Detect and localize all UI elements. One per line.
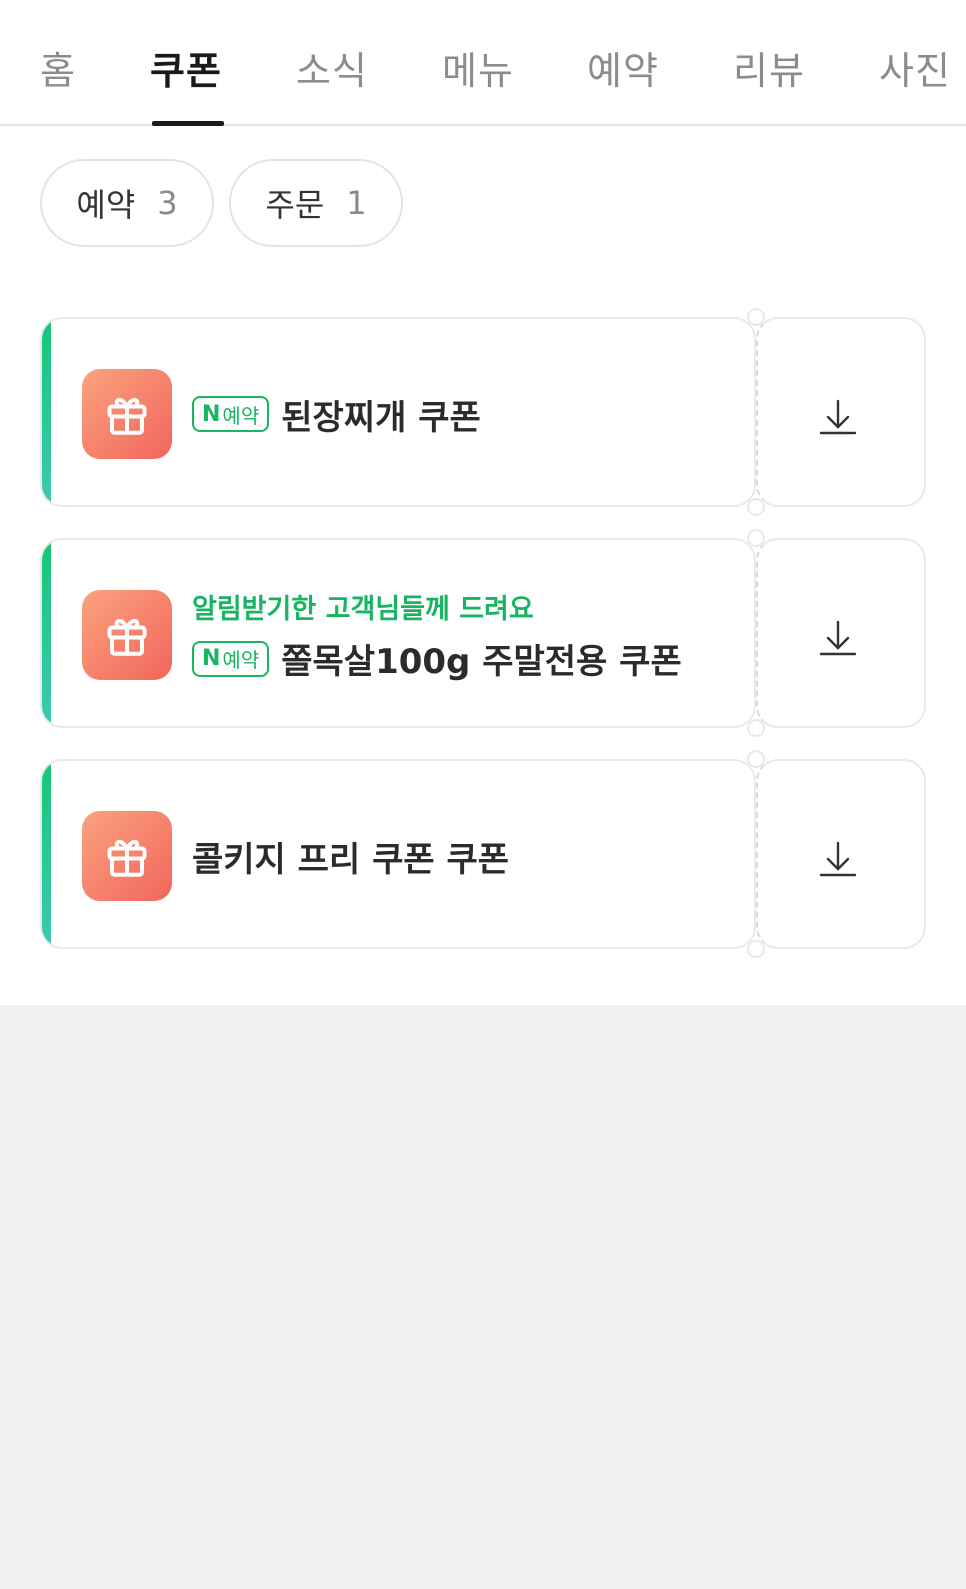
ticket-notch [747, 940, 765, 958]
tab-review[interactable]: 리뷰 [733, 40, 805, 95]
badge-n-mark: N [202, 646, 221, 671]
active-tab-indicator [152, 121, 224, 126]
tab-photo[interactable]: 사진 [879, 40, 951, 95]
coupon-accent-bar [42, 761, 51, 947]
download-icon [810, 831, 866, 887]
filter-chip-label: 주문 [265, 186, 325, 224]
download-icon [810, 610, 866, 666]
coupon-card: 콜키지 프리 쿠폰 쿠폰 [40, 750, 926, 958]
coupon-body: N 예약 된장찌개 쿠폰 [40, 317, 756, 507]
ticket-notch [747, 498, 765, 516]
coupon-title: 콜키지 프리 쿠폰 쿠폰 [192, 839, 510, 880]
download-coupon-button[interactable] [756, 317, 926, 507]
coupon-notice: 알림받기한 고객님들께 드려요 [192, 594, 534, 625]
filter-chip-count: 1 [346, 184, 367, 222]
gift-icon [82, 590, 172, 680]
tab-bar: 홈 쿠폰 소식 메뉴 예약 리뷰 사진 [0, 0, 966, 126]
coupon-panel: 홈 쿠폰 소식 메뉴 예약 리뷰 사진 예약 3 주문 1 N 예약 된장찌개 … [0, 0, 966, 1005]
tab-coupon[interactable]: 쿠폰 [150, 40, 222, 95]
download-coupon-button[interactable] [756, 538, 926, 728]
n-reservation-badge: N 예약 [192, 640, 270, 677]
ticket-notch [747, 308, 765, 326]
gift-icon [82, 811, 172, 901]
badge-text: 예약 [222, 403, 260, 428]
coupon-title: 된장찌개 쿠폰 [281, 397, 481, 438]
tab-home[interactable]: 홈 [40, 40, 76, 95]
n-reservation-badge: N 예약 [192, 396, 270, 432]
tab-menu[interactable]: 메뉴 [442, 40, 514, 95]
download-icon [810, 389, 866, 445]
filter-chip-reservation[interactable]: 예약 3 [40, 159, 214, 247]
tab-reservation[interactable]: 예약 [587, 40, 659, 95]
download-coupon-button[interactable] [756, 759, 926, 949]
coupon-accent-bar [42, 540, 51, 726]
filter-chip-label: 예약 [76, 186, 136, 224]
coupon-title: 쫄목살100g 주말전용 쿠폰 [281, 642, 682, 682]
coupon-body: 알림받기한 고객님들께 드려요 N 예약 쫄목살100g 주말전용 쿠폰 [40, 538, 756, 728]
filter-chip-count: 3 [157, 184, 178, 222]
coupon-accent-bar [42, 319, 51, 505]
ticket-notch [747, 719, 765, 737]
ticket-notch [747, 750, 765, 768]
coupon-body: 콜키지 프리 쿠폰 쿠폰 [40, 759, 756, 949]
page: 홈 쿠폰 소식 메뉴 예약 리뷰 사진 예약 3 주문 1 N 예약 된장찌개 … [0, 0, 966, 1589]
ticket-notch [747, 529, 765, 547]
badge-text: 예약 [222, 648, 260, 672]
gift-icon [82, 369, 172, 459]
coupon-card: 알림받기한 고객님들께 드려요 N 예약 쫄목살100g 주말전용 쿠폰 [40, 529, 926, 737]
badge-n-mark: N [202, 401, 221, 427]
filter-chip-order[interactable]: 주문 1 [229, 159, 403, 247]
coupon-card: N 예약 된장찌개 쿠폰 [40, 308, 926, 516]
tab-news[interactable]: 소식 [296, 40, 368, 95]
